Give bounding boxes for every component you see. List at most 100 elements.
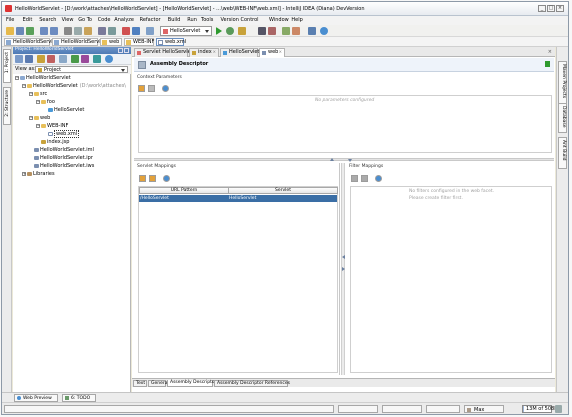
- tree-item[interactable]: − foo: [36, 99, 55, 106]
- paste-icon[interactable]: [84, 27, 92, 35]
- locate-icon[interactable]: [93, 55, 101, 63]
- breadcrumb-item[interactable]: web: [100, 38, 122, 46]
- tab-ant-build[interactable]: Ant Build: [558, 137, 567, 169]
- menu-item-edit[interactable]: Edit: [23, 18, 33, 23]
- tree-item[interactable]: HelloWorldServlet.iws: [29, 163, 94, 170]
- gc-icon[interactable]: [555, 405, 562, 413]
- breadcrumb-item[interactable]: HelloWorldServlet: [52, 38, 106, 46]
- remove-param-button[interactable]: [148, 85, 155, 92]
- add-mapping-button[interactable]: [139, 175, 146, 182]
- mapping-help-button[interactable]: [163, 175, 170, 182]
- tools-icon[interactable]: [292, 27, 300, 35]
- editor-tab[interactable]: web ×: [259, 48, 285, 57]
- cut-icon[interactable]: [64, 27, 72, 35]
- run-config-select[interactable]: HelloServlet: [160, 26, 212, 36]
- menu-item-go-to[interactable]: Go To: [78, 18, 92, 23]
- bottom-tab[interactable]: Text: [133, 380, 147, 387]
- menu-item-build[interactable]: Build: [168, 18, 181, 23]
- close-tab-icon[interactable]: ×: [182, 50, 185, 54]
- close-tab-icon[interactable]: ×: [213, 50, 216, 54]
- remove-mapping-button[interactable]: [149, 175, 156, 182]
- show-members-icon[interactable]: [37, 55, 45, 63]
- column-header-servlet[interactable]: Servlet: [228, 187, 338, 194]
- add-filter-button[interactable]: [351, 175, 358, 182]
- tree-item[interactable]: + Libraries: [22, 171, 55, 178]
- collapse-node-icon[interactable]: −: [36, 123, 40, 128]
- remove-filter-button[interactable]: [361, 175, 368, 182]
- bottom-tab[interactable]: Assembly Descriptor: [167, 380, 217, 387]
- menu-item-view[interactable]: View: [62, 18, 74, 23]
- tree-item[interactable]: HelloWorldServlet.iml: [29, 147, 94, 154]
- flatten-icon[interactable]: [25, 55, 33, 63]
- save-icon[interactable]: [16, 27, 24, 35]
- collapse-node-icon[interactable]: −: [36, 99, 40, 104]
- tab-project[interactable]: 1: Project: [3, 49, 11, 83]
- add-param-button[interactable]: [138, 85, 145, 92]
- structure-icon[interactable]: [258, 27, 266, 35]
- expand-icon[interactable]: [81, 55, 89, 63]
- table-row[interactable]: /HelloServlet HelloServlet: [139, 195, 337, 202]
- collapse-node-icon[interactable]: −: [29, 115, 33, 120]
- collapse-node-icon[interactable]: −: [29, 91, 33, 96]
- replace-icon[interactable]: [108, 27, 116, 35]
- sort-icon[interactable]: [47, 55, 55, 63]
- breadcrumb-item[interactable]: HelloWorldServlet: [4, 38, 58, 46]
- menu-item-run[interactable]: Run: [187, 18, 197, 23]
- close-editor-icon[interactable]: ×: [548, 49, 552, 55]
- tree-item[interactable]: HelloWorldServlet.ipr: [29, 155, 93, 162]
- filter-mappings-table[interactable]: No filters configured in the web facet. …: [350, 186, 552, 373]
- run-icon[interactable]: [216, 27, 222, 35]
- back-icon[interactable]: [122, 27, 130, 35]
- debug-icon[interactable]: [226, 27, 234, 35]
- pin-icon[interactable]: [124, 48, 129, 53]
- tab-maven-projects[interactable]: Maven Projects: [558, 61, 567, 109]
- undo-icon[interactable]: [40, 27, 48, 35]
- param-help-button[interactable]: [162, 85, 169, 92]
- bottom-tab[interactable]: General: [148, 380, 169, 387]
- splitter-down-icon[interactable]: [348, 159, 352, 162]
- tree-item[interactable]: HelloServlet: [43, 107, 84, 114]
- panel-help-icon[interactable]: [105, 55, 113, 63]
- tree-item[interactable]: − web: [29, 115, 50, 122]
- minimize-panel-icon[interactable]: [118, 48, 123, 53]
- insert-mode-box[interactable]: Max: [464, 405, 504, 413]
- vertical-splitter[interactable]: [341, 163, 345, 375]
- autoscroll-icon[interactable]: [15, 55, 23, 63]
- menu-item-tools[interactable]: Tools: [201, 18, 213, 23]
- splitter[interactable]: [134, 158, 554, 162]
- context-parameters-table[interactable]: No parameters configured: [138, 95, 552, 153]
- open-icon[interactable]: [6, 27, 14, 35]
- url-pattern-cell[interactable]: /HelloServlet: [139, 195, 228, 202]
- view-as-select[interactable]: Project: [35, 66, 128, 73]
- tree-item[interactable]: − WEB-INF: [36, 123, 68, 130]
- menu-item-version-control[interactable]: Version Control: [221, 18, 259, 23]
- refresh-icon[interactable]: [26, 27, 34, 35]
- tab-todo[interactable]: 6: TODO: [62, 394, 96, 402]
- breadcrumb-item[interactable]: web.xml: [156, 38, 186, 46]
- tab-web-preview[interactable]: Web Preview: [14, 394, 58, 402]
- settings-icon[interactable]: [238, 27, 246, 35]
- close-tab-icon[interactable]: ×: [252, 50, 255, 54]
- bottom-tab[interactable]: Assembly Descriptor References: [214, 380, 290, 387]
- breadcrumb-item[interactable]: WEB-INF: [124, 38, 154, 46]
- close-button[interactable]: ×: [556, 5, 564, 12]
- editor-tab[interactable]: HelloServlet ×: [220, 48, 259, 57]
- splitter-up-icon[interactable]: [330, 158, 334, 161]
- forward-icon[interactable]: [132, 27, 140, 35]
- tree-item[interactable]: web.xml: [43, 130, 80, 138]
- menu-item-help[interactable]: Help: [291, 18, 302, 23]
- servlet-cell[interactable]: HelloServlet: [228, 195, 337, 202]
- tab-structure[interactable]: 2: Structure: [3, 87, 11, 125]
- redo-icon[interactable]: [50, 27, 58, 35]
- tree-item[interactable]: − src: [29, 91, 47, 98]
- memory-indicator[interactable]: 13M of 508M: [522, 405, 559, 413]
- tree-item[interactable]: − HelloWorldServlet: [15, 75, 71, 82]
- find-icon[interactable]: [98, 27, 106, 35]
- collapse-node-icon[interactable]: −: [22, 83, 26, 88]
- book-icon[interactable]: [308, 27, 316, 35]
- collapse-icon[interactable]: [71, 55, 79, 63]
- tree-item[interactable]: index.jsp: [36, 139, 69, 146]
- build-icon[interactable]: [146, 27, 154, 35]
- tab-database[interactable]: Database: [558, 103, 567, 133]
- editor-tab[interactable]: Servlet HelloServlet ×: [134, 48, 193, 57]
